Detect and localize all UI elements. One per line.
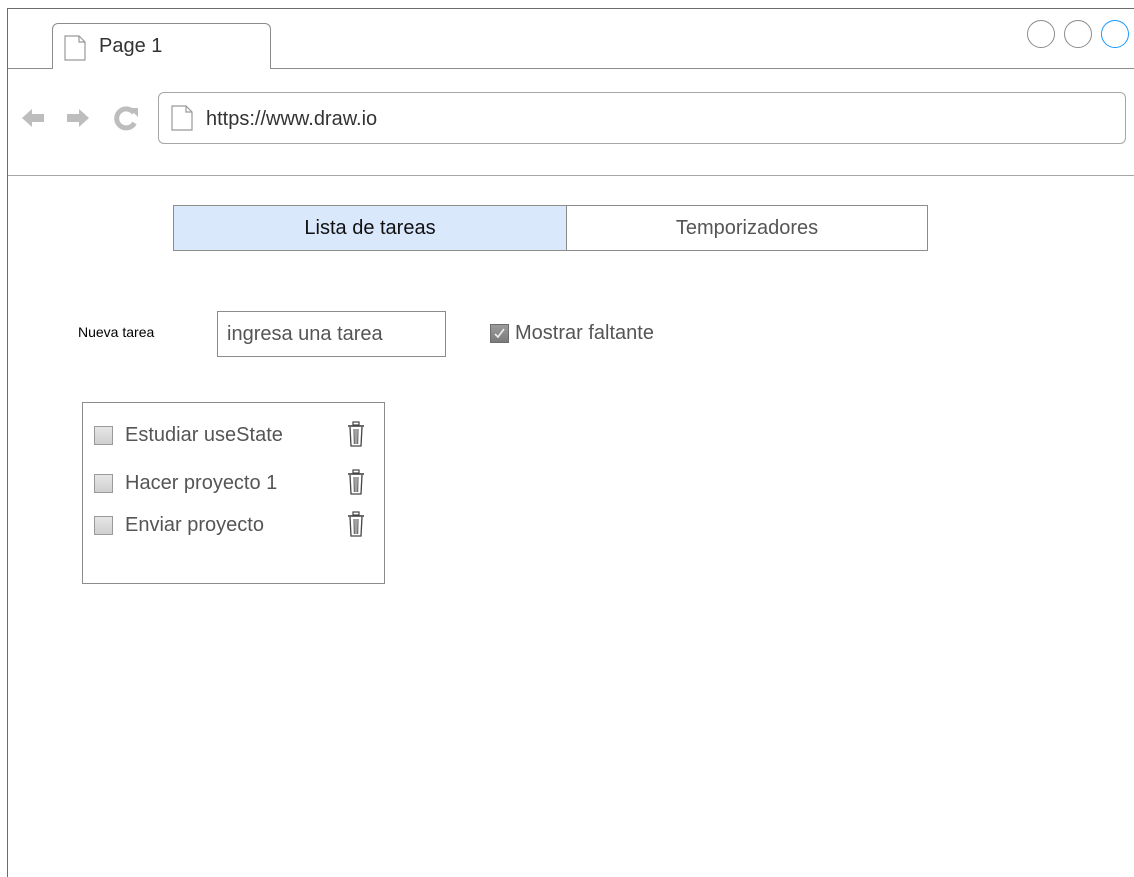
task-text: Hacer proyecto 1 [125,471,278,494]
show-pending-checkbox[interactable]: Mostrar faltante [490,322,654,345]
task-list: Estudiar useState Hacer proyecto 1 Envia… [82,402,385,584]
task-text: Estudiar useState [125,423,283,446]
list-item: Estudiar useState [94,422,283,448]
list-item: Enviar proyecto [94,512,264,538]
window-controls [1027,20,1134,50]
trash-icon[interactable] [347,469,365,500]
view-switcher: Lista de tareas Temporizadores [173,205,928,251]
header-divider [8,175,1134,176]
window-button-maximize[interactable] [1101,20,1129,48]
list-item: Hacer proyecto 1 [94,470,277,496]
window-button-close[interactable] [1027,20,1055,48]
trash-icon[interactable] [347,421,365,452]
forward-arrow-icon[interactable] [67,108,89,133]
task-text: Enviar proyecto [125,513,264,536]
new-task-label: Nueva tarea [78,324,155,340]
back-arrow-icon[interactable] [22,108,44,133]
reload-icon[interactable] [113,105,139,136]
window-button-minimize[interactable] [1064,20,1092,48]
page-icon [64,35,86,66]
task-checkbox[interactable] [94,425,113,445]
page-icon [171,105,193,136]
tab-lista-de-tareas[interactable]: Lista de tareas [173,205,567,251]
new-task-input[interactable] [217,311,446,357]
browser-tab[interactable]: Page 1 [52,23,271,69]
show-pending-label: Mostrar faltante [515,322,654,344]
trash-icon[interactable] [347,511,365,542]
checkbox-checked[interactable] [490,324,509,343]
task-checkbox[interactable] [94,473,113,493]
address-bar[interactable]: https://www.draw.io [158,92,1126,144]
browser-tab-label: Page 1 [99,35,163,57]
task-checkbox[interactable] [94,515,113,535]
tab-temporizadores[interactable]: Temporizadores [566,205,928,251]
address-url: https://www.draw.io [206,108,378,130]
